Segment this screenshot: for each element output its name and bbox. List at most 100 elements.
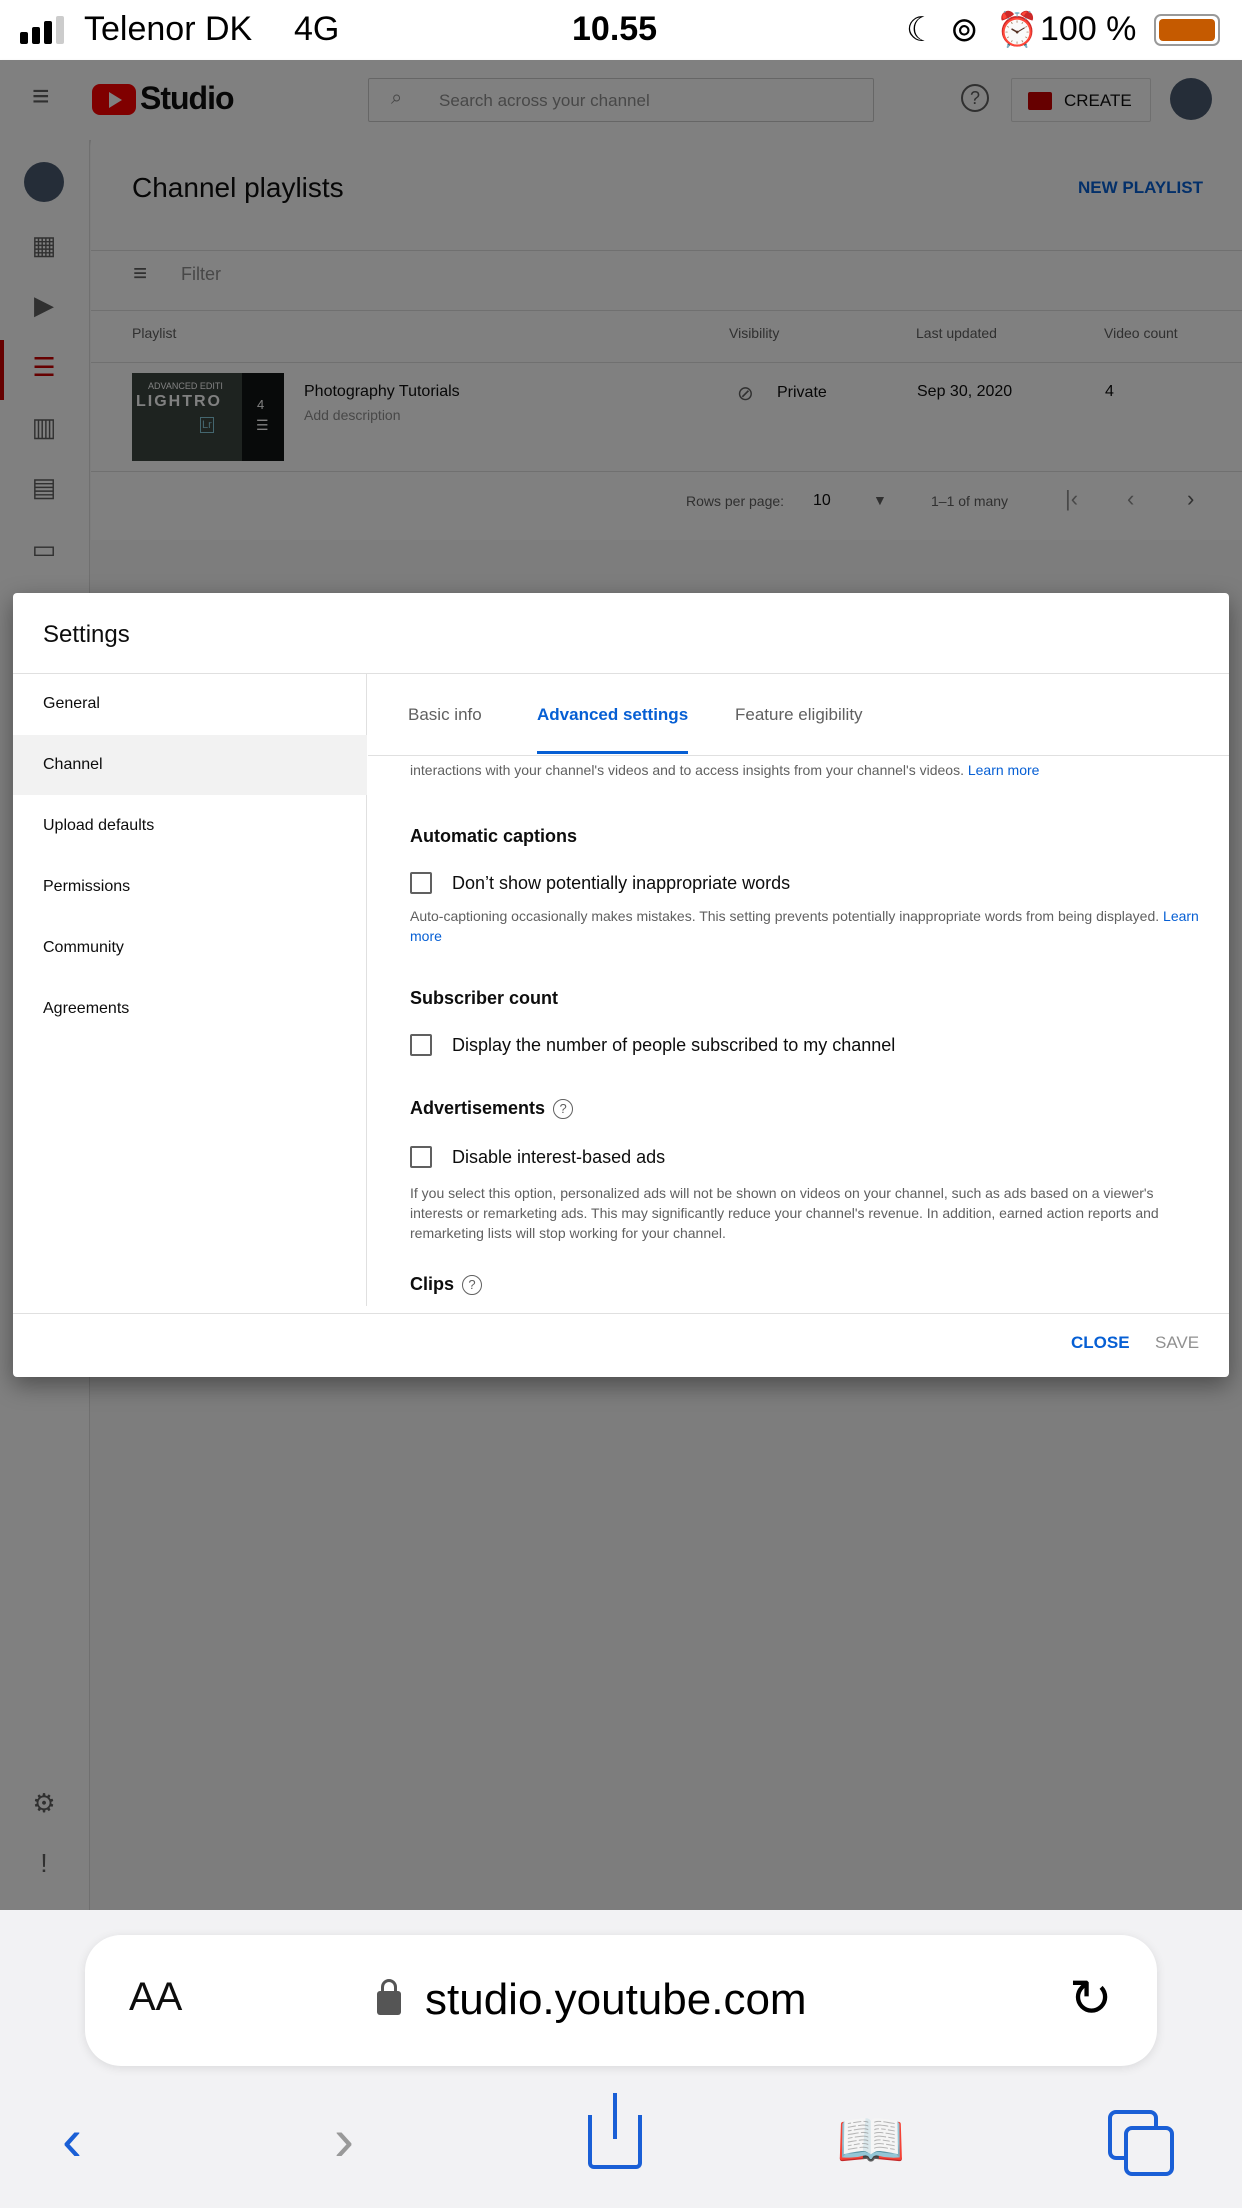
- time: 10.55: [572, 10, 658, 48]
- search-icon: ⌕: [391, 87, 403, 109]
- forward-icon[interactable]: ›: [334, 2105, 354, 2175]
- tab-basic-info[interactable]: Basic info: [408, 674, 482, 756]
- subscriber-heading: Subscriber count: [410, 988, 559, 1008]
- ads-heading: Advertisements: [410, 1098, 546, 1118]
- subscriber-checkbox[interactable]: [410, 1034, 432, 1056]
- dropdown-arrow-icon[interactable]: ▼: [873, 492, 887, 508]
- create-button[interactable]: CREATE: [1011, 78, 1151, 122]
- first-page-icon[interactable]: |‹: [1065, 486, 1078, 512]
- rows-per-page-select[interactable]: 10: [813, 492, 831, 510]
- search-input[interactable]: ⌕ Search across your channel: [368, 78, 874, 122]
- save-button[interactable]: SAVE: [1155, 1333, 1199, 1353]
- studio-logo: Studio: [140, 80, 235, 116]
- lock-icon: [377, 1979, 401, 2015]
- settings-dialog: Settings General Channel Upload defaults…: [13, 593, 1229, 1377]
- settings-content: Basic info Advanced settings Feature eli…: [368, 674, 1229, 1306]
- clips-heading: Clips: [410, 1274, 455, 1294]
- search-placeholder: Search across your channel: [439, 91, 650, 110]
- analytics-icon[interactable]: ▥: [30, 414, 58, 440]
- nav-permissions[interactable]: Permissions: [13, 857, 367, 917]
- playlist-description[interactable]: Add description: [304, 407, 401, 423]
- status-bar: Telenor DK 4G 10.55 ☾ ⊚ ⏰ 100 %: [0, 0, 1242, 60]
- thumb-badge: Lr: [200, 417, 214, 433]
- table-row[interactable]: ADVANCED EDITI LIGHTRO Lr 4 ☰ Photograph…: [91, 363, 1242, 471]
- battery-icon: [1154, 14, 1220, 46]
- visibility-value[interactable]: Private: [777, 384, 827, 402]
- playlists-main: Channel playlists NEW PLAYLIST ≡ Filter …: [91, 140, 1242, 540]
- moon-icon: ☾: [906, 11, 937, 49]
- col-video-count[interactable]: Video count: [1104, 325, 1178, 341]
- text-size-button[interactable]: AA: [129, 1975, 182, 2020]
- back-icon[interactable]: ‹: [62, 2105, 82, 2175]
- playlist-thumbnail[interactable]: ADVANCED EDITI LIGHTRO Lr 4 ☰: [132, 373, 284, 461]
- settings-icon[interactable]: ⚙: [30, 1790, 58, 1816]
- network: 4G: [294, 10, 340, 48]
- thumb-title: LIGHTRO: [136, 393, 222, 410]
- rows-per-page-label: Rows per page:: [686, 493, 785, 509]
- channel-avatar[interactable]: [24, 162, 64, 202]
- new-playlist-button[interactable]: NEW PLAYLIST: [1078, 178, 1203, 198]
- playlist-title[interactable]: Photography Tutorials: [304, 383, 460, 401]
- bookmarks-icon[interactable]: 📖: [836, 2105, 906, 2175]
- youtube-logo-icon[interactable]: [92, 84, 136, 115]
- col-playlist[interactable]: Playlist: [132, 325, 176, 341]
- captions-checkbox[interactable]: [410, 872, 432, 894]
- col-last-updated[interactable]: Last updated: [916, 325, 997, 341]
- video-count-value: 4: [1105, 383, 1114, 400]
- dialog-title: Settings: [43, 621, 130, 648]
- create-label: CREATE: [1064, 91, 1132, 110]
- nav-channel[interactable]: Channel: [13, 735, 367, 795]
- tab-bar: Basic info Advanced settings Feature eli…: [368, 674, 1229, 756]
- playlists-icon[interactable]: ☰: [30, 354, 58, 380]
- feedback-icon[interactable]: !: [30, 1850, 58, 1876]
- subtitles-icon[interactable]: ▭: [30, 536, 58, 562]
- reload-icon[interactable]: ↻: [1069, 1969, 1113, 2029]
- menu-icon[interactable]: ≡: [32, 80, 50, 114]
- filter-input[interactable]: Filter: [181, 264, 221, 285]
- avatar[interactable]: [1170, 78, 1212, 120]
- url-text[interactable]: studio.youtube.com: [425, 1975, 807, 2025]
- ads-checkbox-label[interactable]: Disable interest-based ads: [452, 1147, 665, 1168]
- address-bar[interactable]: AA studio.youtube.com ↻: [85, 1935, 1157, 2066]
- filter-icon[interactable]: ≡: [133, 260, 147, 288]
- signal-icon: [20, 16, 70, 44]
- alarm-icon: ⏰: [996, 11, 1039, 49]
- nav-community[interactable]: Community: [13, 918, 367, 978]
- ads-help: If you select this option, personalized …: [410, 1185, 1159, 1241]
- next-page-icon[interactable]: ›: [1187, 486, 1194, 512]
- clips-help-icon[interactable]: ?: [462, 1275, 483, 1296]
- active-indicator: [0, 340, 4, 400]
- ads-checkbox[interactable]: [410, 1146, 432, 1168]
- prev-page-icon[interactable]: ‹: [1127, 486, 1134, 512]
- tab-feature-eligibility[interactable]: Feature eligibility: [735, 674, 863, 756]
- pagination-range: 1–1 of many: [931, 493, 1009, 509]
- subscriber-checkbox-label[interactable]: Display the number of people subscribed …: [452, 1035, 895, 1056]
- playlist-icon: ☰: [256, 417, 269, 433]
- share-icon[interactable]: [588, 2093, 642, 2169]
- nav-general[interactable]: General: [13, 674, 367, 734]
- thumb-caption: ADVANCED EDITI: [148, 381, 223, 391]
- thumb-count: 4: [257, 397, 265, 412]
- settings-nav: General Channel Upload defaults Permissi…: [13, 674, 367, 1306]
- dashboard-icon[interactable]: ▦: [30, 232, 58, 258]
- last-updated-value: Sep 30, 2020: [917, 383, 1013, 400]
- learn-more-link[interactable]: Learn more: [968, 762, 1040, 778]
- help-icon[interactable]: ?: [961, 84, 989, 112]
- content-icon[interactable]: ▶: [30, 292, 58, 318]
- carrier: Telenor DK: [84, 10, 253, 48]
- col-visibility[interactable]: Visibility: [729, 325, 779, 341]
- nav-upload-defaults[interactable]: Upload defaults: [13, 796, 367, 856]
- intro-text: interactions with your channel's videos …: [410, 762, 964, 778]
- tab-advanced-settings[interactable]: Advanced settings: [537, 674, 689, 754]
- ads-help-icon[interactable]: ?: [553, 1099, 574, 1120]
- close-button[interactable]: CLOSE: [1071, 1333, 1130, 1353]
- battery-percent: 100 %: [1040, 10, 1137, 48]
- comments-icon[interactable]: ▤: [30, 474, 58, 500]
- captions-heading: Automatic captions: [410, 826, 578, 846]
- nav-agreements[interactable]: Agreements: [13, 979, 367, 1039]
- captions-checkbox-label[interactable]: Don’t show potentially inappropriate wor…: [452, 873, 790, 894]
- captions-help: Auto-captioning occasionally makes mista…: [410, 908, 1160, 924]
- rotation-lock-icon: ⊚: [950, 11, 979, 49]
- page-title: Channel playlists: [132, 172, 344, 203]
- video-camera-icon: [1028, 92, 1052, 110]
